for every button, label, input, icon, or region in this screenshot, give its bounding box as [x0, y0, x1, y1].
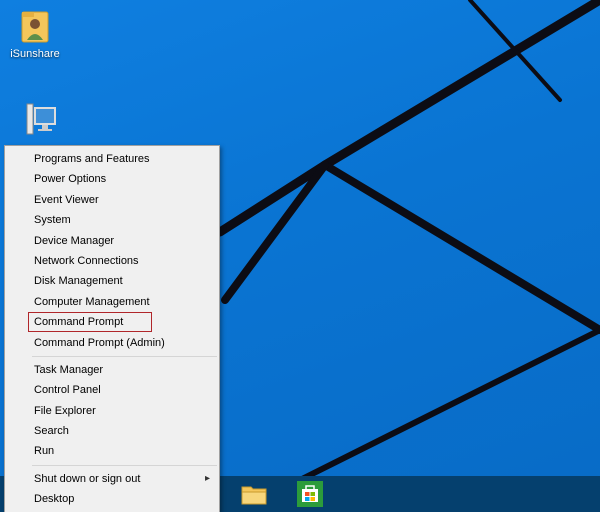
menu-item-run[interactable]: Run: [5, 441, 219, 461]
this-pc-icon: [26, 103, 56, 135]
menu-item-command-prompt-admin[interactable]: Command Prompt (Admin): [5, 333, 219, 353]
menu-item-command-prompt[interactable]: Command Prompt: [5, 312, 219, 333]
desktop-icon-this-pc[interactable]: [2, 98, 72, 140]
menu-item-control-panel[interactable]: Control Panel: [5, 380, 219, 400]
menu-item-disk-management[interactable]: Disk Management: [5, 271, 219, 291]
menu-item-shut-down-or-sign-out[interactable]: Shut down or sign out: [5, 469, 219, 490]
menu-separator: [32, 355, 217, 357]
menu-item-search[interactable]: Search: [5, 421, 219, 441]
menu-item-event-viewer[interactable]: Event Viewer: [5, 190, 219, 210]
menu-item-computer-management[interactable]: Computer Management: [5, 292, 219, 312]
desktop-background: iSunshare Programs and Features Power Op…: [0, 0, 600, 512]
menu-item-task-manager[interactable]: Task Manager: [5, 360, 219, 380]
menu-item-device-manager[interactable]: Device Manager: [5, 231, 219, 251]
user-folder-icon: [21, 11, 49, 43]
menu-item-file-explorer[interactable]: File Explorer: [5, 401, 219, 421]
file-explorer-icon: [241, 486, 267, 505]
winx-context-menu: Programs and Features Power Options Even…: [4, 145, 220, 512]
menu-separator: [32, 464, 217, 466]
menu-item-system[interactable]: System: [5, 210, 219, 230]
store-icon: [297, 481, 323, 507]
taskbar-store-button[interactable]: [290, 478, 330, 510]
taskbar-file-explorer-button[interactable]: [234, 478, 274, 510]
menu-item-desktop[interactable]: Desktop: [5, 489, 219, 509]
desktop-icon-label: iSunshare: [10, 48, 60, 60]
desktop-icon-isunshare[interactable]: iSunshare: [0, 6, 70, 60]
menu-item-network-connections[interactable]: Network Connections: [5, 251, 219, 271]
menu-item-programs-and-features[interactable]: Programs and Features: [5, 149, 219, 169]
menu-item-power-options[interactable]: Power Options: [5, 169, 219, 189]
